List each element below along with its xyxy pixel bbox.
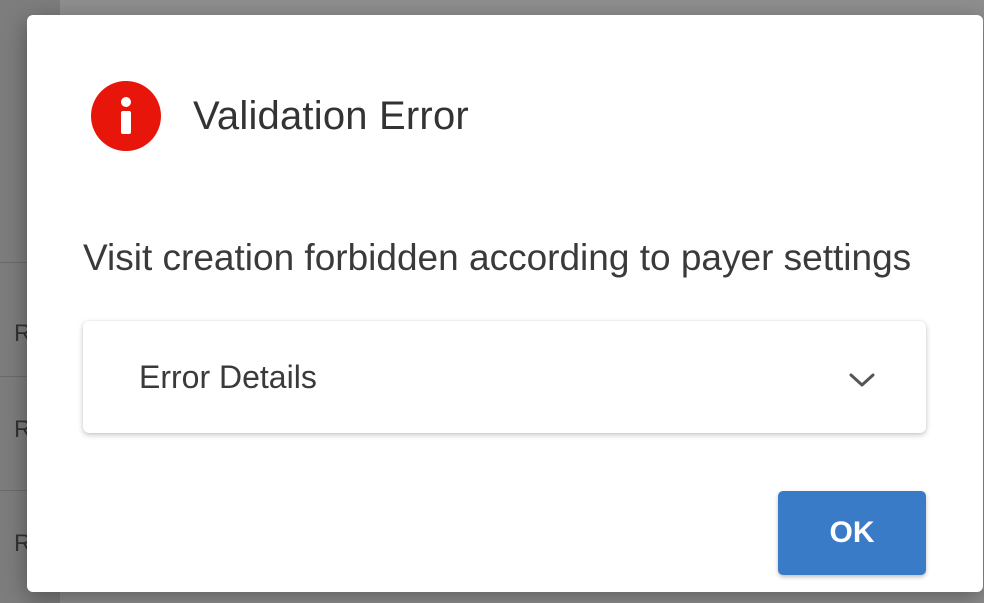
background-row-text: R	[14, 322, 28, 346]
dialog-title: Validation Error	[193, 93, 469, 138]
dialog-header: Validation Error	[91, 81, 469, 151]
validation-error-dialog: Validation Error Visit creation forbidde…	[27, 15, 983, 592]
chevron-down-icon	[849, 373, 875, 387]
background-row-text: R	[14, 532, 28, 556]
error-message: Visit creation forbidden according to pa…	[83, 237, 912, 278]
background-row-text: R	[14, 418, 28, 442]
error-icon	[91, 81, 161, 151]
ok-button[interactable]: OK	[778, 491, 926, 575]
error-details-label: Error Details	[139, 359, 317, 395]
error-details-expander[interactable]: Error Details	[83, 321, 926, 433]
